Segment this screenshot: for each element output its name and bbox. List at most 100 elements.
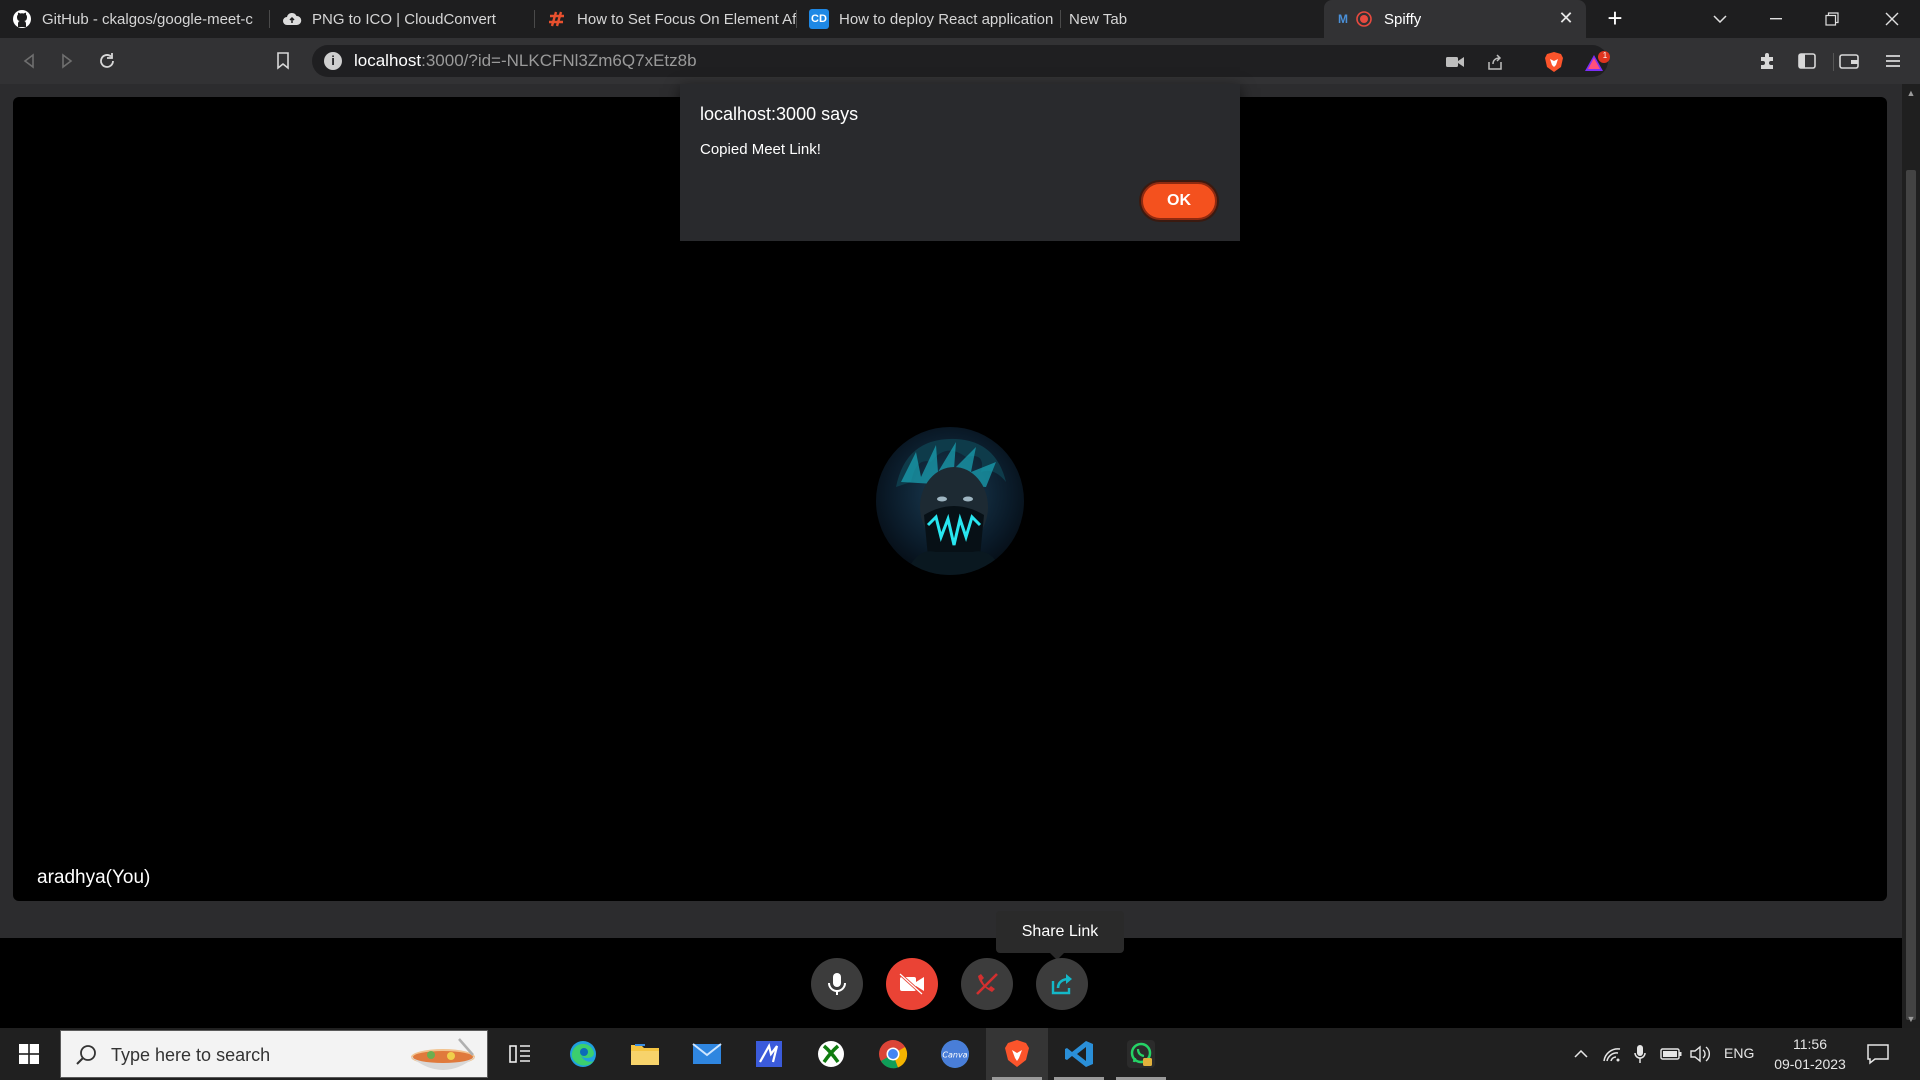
back-button[interactable] (14, 46, 44, 76)
share-page-icon[interactable] (1484, 51, 1506, 73)
wallet-button[interactable] (1834, 46, 1864, 76)
tab-search-button[interactable] (1692, 0, 1748, 38)
alert-dialog: localhost:3000 says Copied Meet Link! OK (680, 84, 1240, 241)
leave-call-button[interactable] (961, 958, 1013, 1010)
search-icon (76, 1045, 96, 1065)
url-text[interactable]: localhost:3000/?id=-NLKCFNl3Zm6Q7xEtz8b (354, 51, 697, 71)
folder-icon (631, 1044, 659, 1065)
network-status[interactable] (1601, 1042, 1623, 1066)
rewards-badge: 1 (1602, 51, 1608, 60)
scroll-down-arrow-icon[interactable]: ▼ (1906, 1014, 1916, 1024)
scroll-up-arrow-icon[interactable]: ▲ (1906, 88, 1916, 98)
window-close-button[interactable] (1864, 0, 1920, 38)
chevron-down-icon (1713, 15, 1727, 23)
reload-icon (100, 53, 114, 68)
brave-app[interactable] (986, 1028, 1048, 1080)
camera-in-use-icon[interactable] (1444, 51, 1466, 73)
reload-button[interactable] (92, 46, 122, 76)
camera-toggle-button[interactable] (886, 958, 938, 1010)
hashnode-icon (547, 9, 567, 29)
speaker-icon (1690, 1045, 1710, 1063)
wallet-icon (1839, 54, 1859, 69)
call-controls-bar (0, 938, 1902, 1028)
ok-button[interactable]: OK (1141, 182, 1217, 220)
bookmark-icon (277, 52, 289, 70)
sidebar-button[interactable] (1792, 46, 1822, 76)
windows-logo-icon (19, 1044, 39, 1064)
chrome-icon (879, 1040, 908, 1069)
video-off-icon (898, 973, 924, 995)
battery-status[interactable] (1660, 1042, 1682, 1066)
address-bar[interactable]: i localhost:3000/?id=-NLKCFNl3Zm6Q7xEtz8… (312, 45, 1834, 77)
brave-shields-icon[interactable] (1543, 51, 1565, 73)
search-placeholder: Type here to search (111, 1045, 271, 1065)
tab-audio-icon: M (1338, 12, 1348, 26)
clock-time: 11:56 (1793, 1036, 1827, 1052)
xbox-app[interactable] (800, 1028, 862, 1080)
forward-button[interactable] (52, 46, 82, 76)
mail-app[interactable] (676, 1028, 738, 1080)
tab-spiffy[interactable]: M Spiffy ✕ (1324, 0, 1586, 38)
back-arrow-icon (23, 53, 34, 69)
sidebar-icon (1798, 53, 1816, 69)
scroll-thumb[interactable] (1906, 170, 1916, 1020)
tab-react-deploy[interactable]: CD How to deploy React application (797, 0, 1061, 38)
extensions-button[interactable] (1752, 46, 1782, 76)
dialog-title: localhost:3000 says (700, 104, 859, 124)
tab-label: PNG to ICO | CloudConvert (312, 10, 496, 28)
clock-date: 09-01-2023 (1774, 1056, 1846, 1072)
mic-toggle-button[interactable] (811, 958, 863, 1010)
microphone-in-use[interactable] (1629, 1042, 1651, 1066)
start-button[interactable] (0, 1028, 58, 1080)
task-view-icon (509, 1045, 530, 1063)
tab-cloudconvert[interactable]: PNG to ICO | CloudConvert (270, 0, 535, 38)
recording-icon (1354, 9, 1374, 29)
task-view-button[interactable] (489, 1028, 551, 1080)
xbox-icon (818, 1041, 844, 1067)
tab-label: How to Set Focus On Element Af (577, 10, 797, 28)
marker-app[interactable] (738, 1028, 800, 1080)
cloudconvert-icon (282, 9, 302, 29)
hamburger-menu-icon (1886, 55, 1900, 67)
notification-icon (1867, 1044, 1889, 1065)
dialog-message: Copied Meet Link! (700, 141, 821, 158)
language-indicator[interactable]: ENG (1724, 1045, 1754, 1061)
show-hidden-icons-button[interactable] (1570, 1042, 1592, 1066)
wifi-icon (1603, 1048, 1621, 1062)
new-tab-button[interactable]: + (1600, 4, 1630, 34)
avatar (876, 427, 1024, 575)
file-explorer-app[interactable] (614, 1028, 676, 1080)
chevron-up-icon (1574, 1050, 1588, 1058)
marker-icon (756, 1041, 782, 1067)
vscode-app[interactable] (1048, 1028, 1110, 1080)
notification-center-button[interactable] (1866, 1042, 1890, 1066)
chrome-app[interactable] (862, 1028, 924, 1080)
forward-arrow-icon (62, 53, 73, 69)
volume-control[interactable] (1689, 1042, 1711, 1066)
tab-new-tab[interactable]: New Tab (1061, 0, 1323, 38)
tab-hashnode-article[interactable]: How to Set Focus On Element Af (535, 0, 797, 38)
page-scrollbar[interactable]: ▲ ▼ (1902, 84, 1920, 1028)
close-icon[interactable]: ✕ (1556, 8, 1576, 28)
whatsapp-app[interactable] (1110, 1028, 1172, 1080)
vscode-icon (1065, 1041, 1093, 1067)
taskbar-search[interactable]: Type here to search (60, 1030, 488, 1078)
tab-strip: GitHub - ckalgos/google-meet-c PNG to IC… (0, 0, 1920, 38)
mail-icon (692, 1043, 722, 1064)
restore-icon (1825, 12, 1839, 26)
tab-label: Spiffy (1384, 10, 1422, 28)
tab-label: GitHub - ckalgos/google-meet-c (42, 10, 253, 28)
clock[interactable]: 11:56 09-01-2023 (1768, 1034, 1852, 1074)
canva-app[interactable]: Canva (924, 1028, 986, 1080)
restore-button[interactable] (1804, 0, 1860, 38)
brave-rewards-icon[interactable]: 1 (1584, 51, 1610, 73)
menu-button[interactable] (1878, 46, 1908, 76)
edge-app[interactable] (552, 1028, 614, 1080)
share-link-button[interactable] (1036, 958, 1088, 1010)
bookmark-button[interactable] (268, 46, 298, 76)
tab-github[interactable]: GitHub - ckalgos/google-meet-c (0, 0, 270, 38)
brave-icon (1005, 1040, 1029, 1067)
minimize-button[interactable] (1748, 0, 1804, 38)
site-info-icon[interactable]: i (324, 52, 342, 70)
microphone-icon (1634, 1045, 1646, 1063)
